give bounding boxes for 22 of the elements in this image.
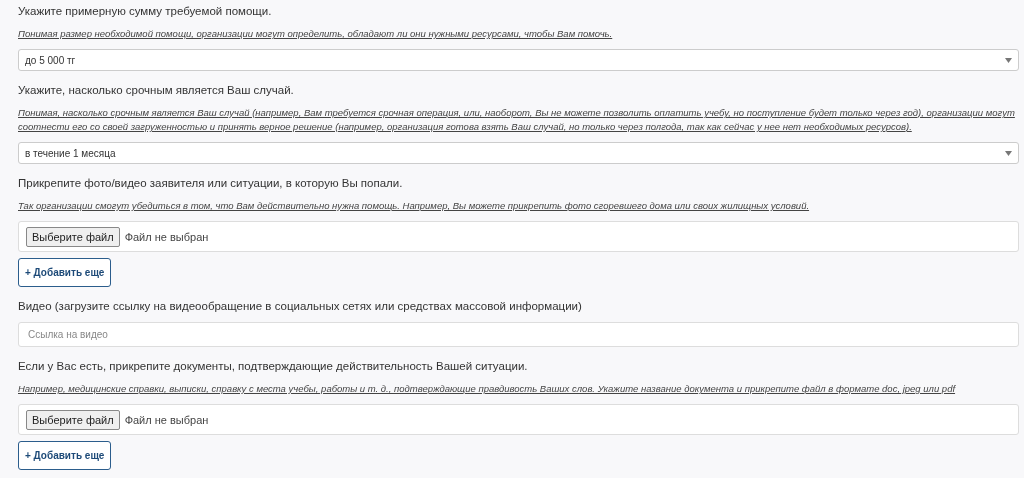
input-field[interactable]: Ссылка на видео	[18, 322, 1019, 347]
add-more-button[interactable]: + Добавить еще	[18, 441, 112, 470]
choose-file-button[interactable]: Выберите файл	[26, 409, 120, 430]
field-label: Укажите, насколько срочным является Ваш случай.	[18, 83, 295, 97]
caret-icon	[1005, 57, 1012, 63]
field-label: Видео (загрузите ссылку на видеообращение в социальных сетях или средствах массовой информации)	[18, 299, 583, 313]
dropdown[interactable]: до 5 000 тг	[18, 49, 1019, 71]
hint-text: Понимая, насколько срочным является Ваш случай (например, Вам требуется срочная операция, или, наоборот, Вы не можете позволить оплатить учебу, но поступление будет только через год), организации могут соотнести его со своей загруженностью и принять верное решение (например, организация готова взять Ваш случай, но только через полгода, так как сейчас у нее нет необходимых ресурсов).	[18, 106, 1016, 134]
file-field[interactable]: Выберите файл Файл не выбран	[18, 221, 1019, 252]
hint-text: Например, медицинские справки, выписки, справку с места учебы, работы и т. д., подтверждающие правдивость Ваших слов. Укажите название документа и прикрепите файл в формате doc, jpeg или pdf	[18, 382, 957, 396]
file-status: Файл не выбран	[124, 230, 209, 243]
hint-text: Понимая размер необходимой помощи, организации могут определить, обладают ли они нужными ресурсами, чтобы Вам помочь.	[18, 27, 614, 41]
choose-file-button[interactable]: Выберите файл	[26, 226, 120, 247]
caret-icon	[1005, 150, 1012, 156]
file-field[interactable]: Выберите файл Файл не выбран	[18, 404, 1019, 435]
field-label: Прикрепите фото/видео заявителя или ситуации, в которую Вы попали.	[18, 176, 404, 190]
field-label: Укажите примерную сумму требуемой помощи.	[18, 4, 273, 18]
field-label: Если у Вас есть, прикрепите документы, подтверждающие действительность Вашей ситуации.	[18, 359, 529, 373]
dropdown[interactable]: в течение 1 месяца	[18, 142, 1019, 164]
file-status: Файл не выбран	[124, 413, 209, 426]
hint-text: Так организации смогут убедиться в том, что Вам действительно нужна помощь. Например, Вы можете прикрепить фото сгоревшего дома или своих жилищных условий.	[18, 199, 811, 213]
add-more-button[interactable]: + Добавить еще	[18, 258, 112, 287]
